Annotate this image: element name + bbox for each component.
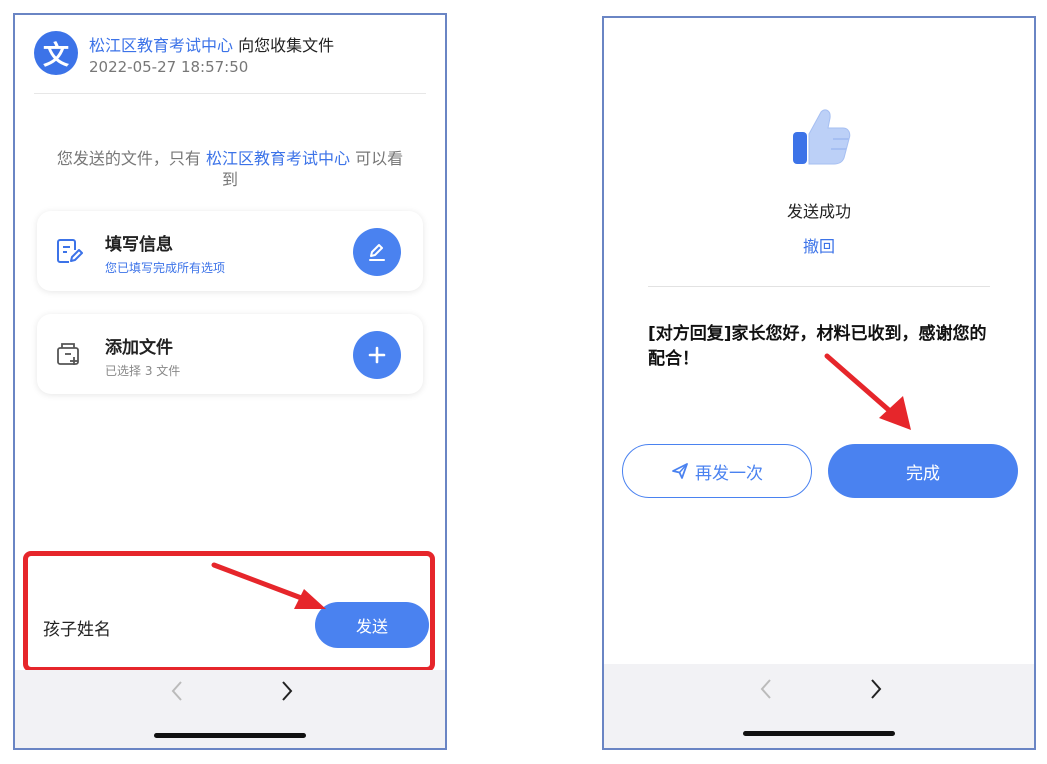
- visibility-notice: 您发送的文件，只有 松江区教育考试中心 可以看到: [49, 148, 411, 190]
- chevron-left-icon[interactable]: [167, 676, 187, 706]
- send-success-label: 发送成功: [786, 202, 851, 221]
- reply-message: [对方回复]家长您好，材料已收到，感谢您的配合！: [648, 324, 987, 369]
- collection-title: 松江区教育考试中心 向您收集文件: [89, 32, 334, 56]
- selected-files-count: 已选择 3 文件: [105, 364, 181, 378]
- add-file-card[interactable]: 添加文件 已选择 3 文件: [37, 314, 423, 394]
- paper-plane-icon: [672, 463, 688, 479]
- form-edit-icon: [57, 239, 83, 263]
- add-file-title: 添加文件: [105, 338, 173, 358]
- timestamp: 2022-05-27 18:57:50: [89, 58, 249, 76]
- thumbs-up-icon: [793, 109, 851, 165]
- section-divider: [648, 286, 990, 287]
- browser-nav-bar: [604, 664, 1034, 748]
- resend-label: 再发一次: [695, 463, 763, 484]
- done-button[interactable]: 完成: [828, 444, 1018, 498]
- pencil-icon: [369, 244, 385, 261]
- logo-glyph: 文: [42, 40, 69, 71]
- home-indicator: [743, 731, 895, 736]
- chevron-right-icon[interactable]: [277, 676, 297, 706]
- home-indicator: [154, 733, 306, 738]
- header-divider: [34, 93, 426, 94]
- translate-logo-icon: 文: [34, 31, 78, 75]
- right-phone-screen: 发送成功 撤回 [对方回复]家长您好，材料已收到，感谢您的配合！ 再发一次 完成: [602, 16, 1036, 750]
- fill-info-title: 填写信息: [105, 235, 173, 255]
- chevron-left-icon[interactable]: [756, 674, 776, 704]
- add-file-button[interactable]: [353, 331, 401, 379]
- highlight-box: [23, 551, 435, 672]
- plus-icon: [368, 346, 386, 364]
- chevron-right-icon[interactable]: [866, 674, 886, 704]
- notice-org-name: 松江区教育考试中心: [205, 149, 350, 168]
- fill-info-status: 您已填写完成所有选项: [105, 261, 226, 275]
- resend-button[interactable]: 再发一次: [622, 444, 812, 498]
- org-name-link[interactable]: 松江区教育考试中心: [89, 36, 233, 55]
- undo-link[interactable]: 撤回: [604, 233, 1034, 257]
- file-add-icon: [57, 343, 79, 365]
- edit-info-button[interactable]: [353, 228, 401, 276]
- left-phone-screen: 文 松江区教育考试中心 向您收集文件 2022-05-27 18:57:50 您…: [13, 13, 447, 750]
- fill-info-card[interactable]: 填写信息 您已填写完成所有选项: [37, 211, 423, 291]
- notice-prefix: 您发送的文件，只有: [56, 149, 206, 168]
- browser-nav-bar: [15, 670, 445, 748]
- collection-title-suffix: 向您收集文件: [233, 36, 335, 55]
